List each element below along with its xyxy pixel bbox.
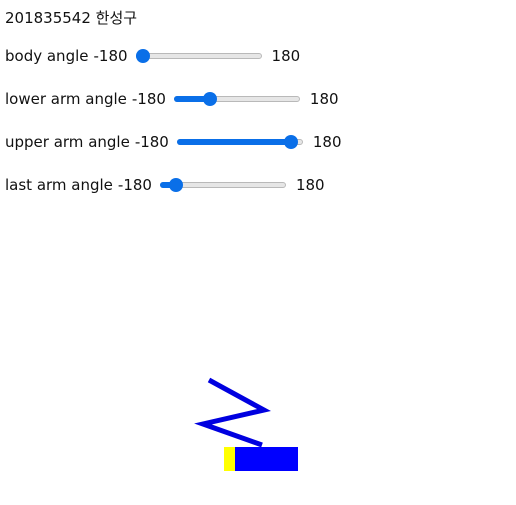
- lower-arm-angle-min: -180: [131, 90, 166, 108]
- slider-thumb[interactable]: [284, 135, 299, 149]
- slider-thumb[interactable]: [202, 92, 217, 106]
- upper-arm-angle-min: -180: [134, 133, 169, 151]
- upper-arm-angle-max: 180: [312, 133, 342, 151]
- body-angle-row: body angle -180 180: [5, 45, 300, 67]
- last-arm-angle-row: last arm angle -180 180: [5, 174, 325, 196]
- robot-canvas: [194, 377, 298, 471]
- robot-base: [224, 447, 236, 471]
- lower-arm-angle-row: lower arm angle -180 180: [5, 88, 339, 110]
- lower-arm-angle-label: lower arm angle: [5, 90, 127, 108]
- upper-arm-angle-slider[interactable]: [176, 134, 303, 150]
- body-angle-label: body angle: [5, 47, 89, 65]
- robot-body: [235, 447, 298, 471]
- lower-arm-angle-slider[interactable]: [173, 91, 300, 107]
- student-id-heading: 201835542 한성구: [5, 9, 138, 27]
- upper-arm-angle-row: upper arm angle -180 180: [5, 131, 342, 153]
- lower-arm-angle-max: 180: [309, 90, 339, 108]
- slider-thumb[interactable]: [169, 178, 184, 192]
- last-arm-angle-max: 180: [295, 176, 325, 194]
- last-arm-angle-label: last arm angle: [5, 176, 113, 194]
- body-angle-max: 180: [271, 47, 301, 65]
- body-angle-slider[interactable]: [135, 48, 262, 64]
- last-arm-angle-slider[interactable]: [159, 177, 286, 193]
- robot-arm: [194, 377, 271, 448]
- slider-track: [135, 53, 262, 59]
- last-arm-angle-min: -180: [117, 176, 152, 194]
- upper-arm-angle-label: upper arm angle: [5, 133, 130, 151]
- body-angle-min: -180: [93, 47, 128, 65]
- slider-fill: [176, 139, 292, 145]
- slider-thumb[interactable]: [135, 49, 150, 63]
